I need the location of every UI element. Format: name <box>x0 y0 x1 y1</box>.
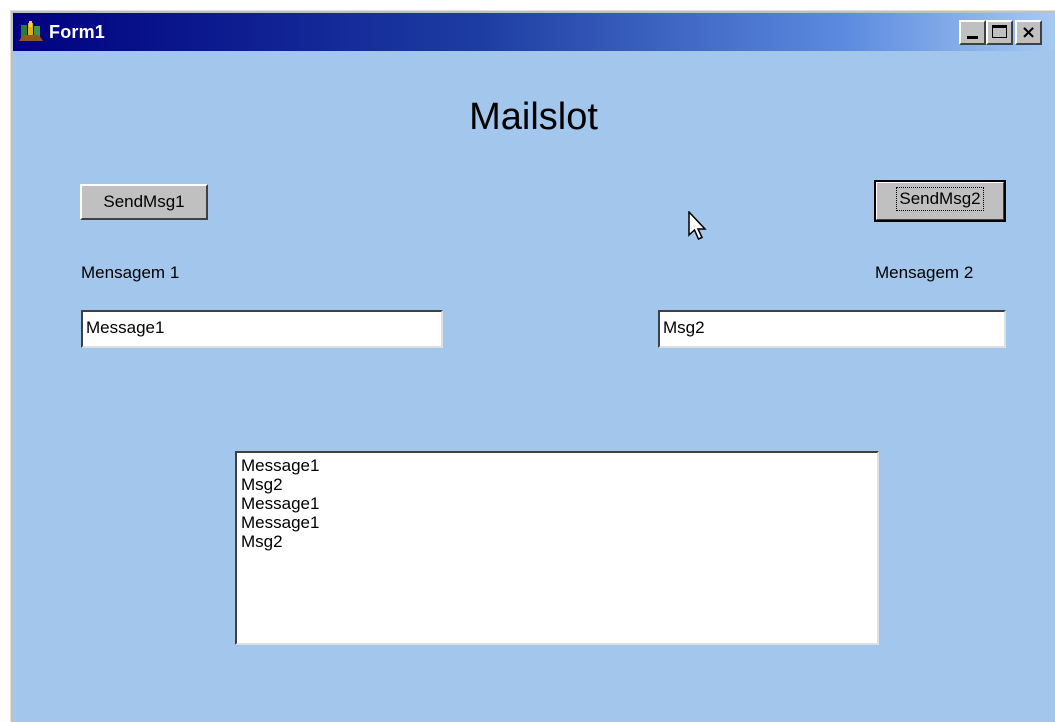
list-item[interactable]: Msg2 <box>241 475 873 494</box>
list-item[interactable]: Msg2 <box>241 532 873 551</box>
minimize-button[interactable] <box>959 20 986 45</box>
message-1-label: Mensagem 1 <box>81 263 180 282</box>
message-2-input[interactable]: Msg2 <box>658 310 1006 348</box>
form-window: Form1 × Mailslot SendMsg1 SendMsg2 Mensa… <box>10 10 1055 722</box>
send-msg2-label: SendMsg2 <box>896 187 984 211</box>
message-2-label: Mensagem 2 <box>875 263 974 282</box>
window-title: Form1 <box>49 22 106 42</box>
send-msg1-button[interactable]: SendMsg1 <box>80 184 208 220</box>
close-button[interactable]: × <box>1015 20 1042 45</box>
received-messages-list[interactable]: Message1 Msg2 Message1 Message1 Msg2 <box>235 451 879 645</box>
minimize-icon <box>967 36 978 39</box>
title-bar[interactable]: Form1 × <box>13 13 1055 51</box>
app-icon <box>19 21 43 41</box>
page-title: Mailslot <box>469 96 598 138</box>
list-item[interactable]: Message1 <box>241 513 873 532</box>
send-msg2-button[interactable]: SendMsg2 <box>874 180 1006 222</box>
form-client-area: Mailslot SendMsg1 SendMsg2 Mensagem 1 Me… <box>13 51 1055 722</box>
list-item[interactable]: Message1 <box>241 456 873 475</box>
list-item[interactable]: Message1 <box>241 494 873 513</box>
mouse-pointer-icon <box>688 211 707 240</box>
maximize-icon <box>992 25 1007 38</box>
message-1-input[interactable]: Message1 <box>81 310 443 348</box>
maximize-button[interactable] <box>986 20 1013 45</box>
close-icon: × <box>1020 22 1037 43</box>
